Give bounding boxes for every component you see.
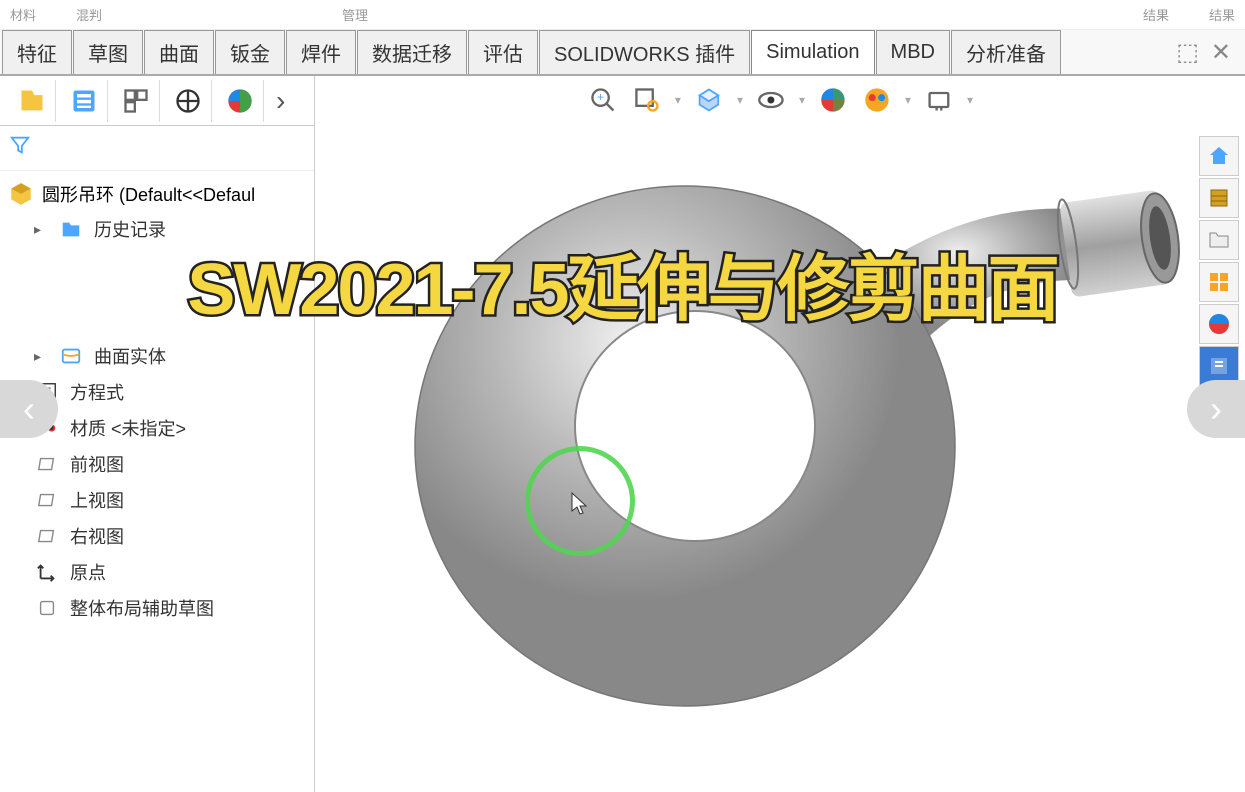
tab-features[interactable]: 特征 (2, 30, 72, 74)
config-manager-tab-icon[interactable] (112, 80, 160, 122)
home-icon[interactable] (1199, 136, 1239, 176)
design-library-icon[interactable] (1199, 178, 1239, 218)
part-icon (8, 181, 34, 207)
filter-row (0, 126, 314, 171)
plane-icon (34, 487, 60, 513)
tree-item-surface-bodies[interactable]: ▸ 曲面实体 (4, 247, 310, 374)
task-pane-tools (1199, 136, 1239, 386)
caret-icon: ▸ (34, 221, 48, 238)
part-render (355, 116, 1205, 716)
ribbon-label: 结果 (1209, 5, 1235, 24)
display-manager-tab-icon[interactable] (216, 80, 264, 122)
tree-item-layout-sketch[interactable]: 整体布局辅助草图 (4, 590, 310, 626)
funnel-icon[interactable] (8, 139, 32, 161)
graphics-viewport[interactable]: + ▾ ▾ ▾ ▾ ▾ (315, 76, 1245, 792)
tree-item-right-plane[interactable]: 右视图 (4, 518, 310, 554)
ribbon-label: 材料 (10, 5, 36, 24)
sidebar-toolbar: › (0, 76, 314, 126)
heads-up-view-toolbar: + ▾ ▾ ▾ ▾ ▾ (585, 82, 975, 118)
command-manager-tabs: 特征 草图 曲面 钣金 焊件 数据迁移 评估 SOLIDWORKS 插件 Sim… (0, 30, 1245, 76)
part-name-label: 圆形吊环 (Default<<Defaul (42, 181, 255, 207)
sketch-icon (34, 595, 60, 621)
tree-item-top-plane[interactable]: 上视图 (4, 482, 310, 518)
tab-sheetmetal[interactable]: 钣金 (215, 30, 285, 74)
tab-evaluate[interactable]: 评估 (468, 30, 538, 74)
ribbon-label: 混判 (76, 5, 102, 24)
tab-pin-icon[interactable]: ⬚ (1176, 38, 1199, 67)
caret-icon: ▸ (34, 348, 48, 365)
tree-item-front-plane[interactable]: 前视图 (4, 446, 310, 482)
feature-tree-tab-icon[interactable] (8, 80, 56, 122)
sidebar-next-icon[interactable]: › (268, 85, 293, 117)
feature-manager-panel: › 圆形吊环 (Default<<Defaul ▸ 历史记录 (0, 76, 315, 792)
appearance-icon[interactable] (815, 82, 851, 118)
ribbon-label: 管理 (342, 5, 368, 24)
tab-data-migration[interactable]: 数据迁移 (357, 30, 467, 74)
tab-close-icon[interactable]: ✕ (1211, 38, 1231, 67)
origin-icon (34, 559, 60, 585)
scenes-icon[interactable] (859, 82, 895, 118)
tree-item-history[interactable]: ▸ 历史记录 (4, 211, 310, 247)
plane-icon (34, 451, 60, 477)
tab-mbd[interactable]: MBD (876, 30, 950, 74)
view-palette-icon[interactable] (1199, 262, 1239, 302)
view-settings-icon[interactable] (921, 82, 957, 118)
tab-surface[interactable]: 曲面 (144, 30, 214, 74)
main-area: › 圆形吊环 (Default<<Defaul ▸ 历史记录 (0, 76, 1245, 792)
top-ribbon-labels: 材料 混判 管理 结果 结果 (0, 0, 1245, 30)
surface-body-icon (58, 343, 84, 369)
zoom-to-fit-icon[interactable]: + (585, 82, 621, 118)
plane-icon (34, 523, 60, 549)
zoom-area-icon[interactable] (629, 82, 665, 118)
tab-weldments[interactable]: 焊件 (286, 30, 356, 74)
appearances-panel-icon[interactable] (1199, 304, 1239, 344)
next-button[interactable]: › (1187, 380, 1245, 438)
display-style-icon[interactable] (753, 82, 789, 118)
tab-simulation[interactable]: Simulation (751, 30, 874, 74)
dimxpert-tab-icon[interactable] (164, 80, 212, 122)
tree-item-origin[interactable]: 原点 (4, 554, 310, 590)
view-orientation-icon[interactable] (691, 82, 727, 118)
tab-solidworks-addins[interactable]: SOLIDWORKS 插件 (539, 30, 750, 74)
tab-analysis-prep[interactable]: 分析准备 (951, 30, 1061, 74)
tree-root-part[interactable]: 圆形吊环 (Default<<Defaul (4, 177, 310, 211)
svg-text:+: + (597, 91, 604, 104)
file-explorer-icon[interactable] (1199, 220, 1239, 260)
feature-tree: 圆形吊环 (Default<<Defaul ▸ 历史记录 ▸ 曲面实体 Σ (0, 171, 314, 792)
ribbon-label: 结果 (1143, 5, 1169, 24)
prev-button[interactable]: ‹ (0, 380, 58, 438)
tab-sketch[interactable]: 草图 (73, 30, 143, 74)
property-manager-tab-icon[interactable] (60, 80, 108, 122)
history-icon (58, 216, 84, 242)
